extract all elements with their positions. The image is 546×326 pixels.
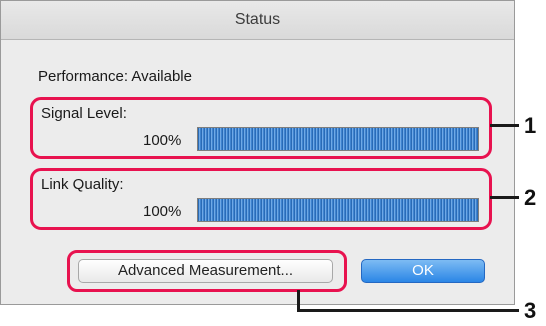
performance-status: Performance: Available bbox=[38, 68, 192, 85]
callout-number-1: 1 bbox=[524, 113, 537, 138]
signal-level-bar bbox=[197, 127, 479, 151]
signal-level-bar-fill bbox=[198, 128, 478, 150]
link-quality-group: Link Quality: 100% bbox=[30, 168, 492, 230]
link-quality-bar-fill bbox=[198, 199, 478, 221]
signal-level-label: Signal Level: bbox=[41, 105, 127, 122]
callout-line-1 bbox=[490, 124, 519, 127]
callout-line-3-vertical bbox=[297, 290, 300, 310]
link-quality-bar bbox=[197, 198, 479, 222]
ok-button[interactable]: OK bbox=[361, 259, 485, 283]
window-title: Status bbox=[1, 1, 514, 40]
signal-level-group: Signal Level: 100% bbox=[30, 97, 492, 159]
callout-number-3: 3 bbox=[524, 298, 537, 323]
signal-level-percent: 100% bbox=[143, 132, 182, 149]
status-dialog: Status Performance: Available Signal Lev… bbox=[0, 0, 515, 305]
advanced-measurement-button[interactable]: Advanced Measurement... bbox=[78, 259, 333, 283]
callout-number-2: 2 bbox=[524, 185, 537, 210]
link-quality-percent: 100% bbox=[143, 203, 182, 220]
callout-line-2 bbox=[490, 196, 519, 199]
link-quality-label: Link Quality: bbox=[41, 176, 124, 193]
callout-line-3 bbox=[297, 309, 519, 312]
